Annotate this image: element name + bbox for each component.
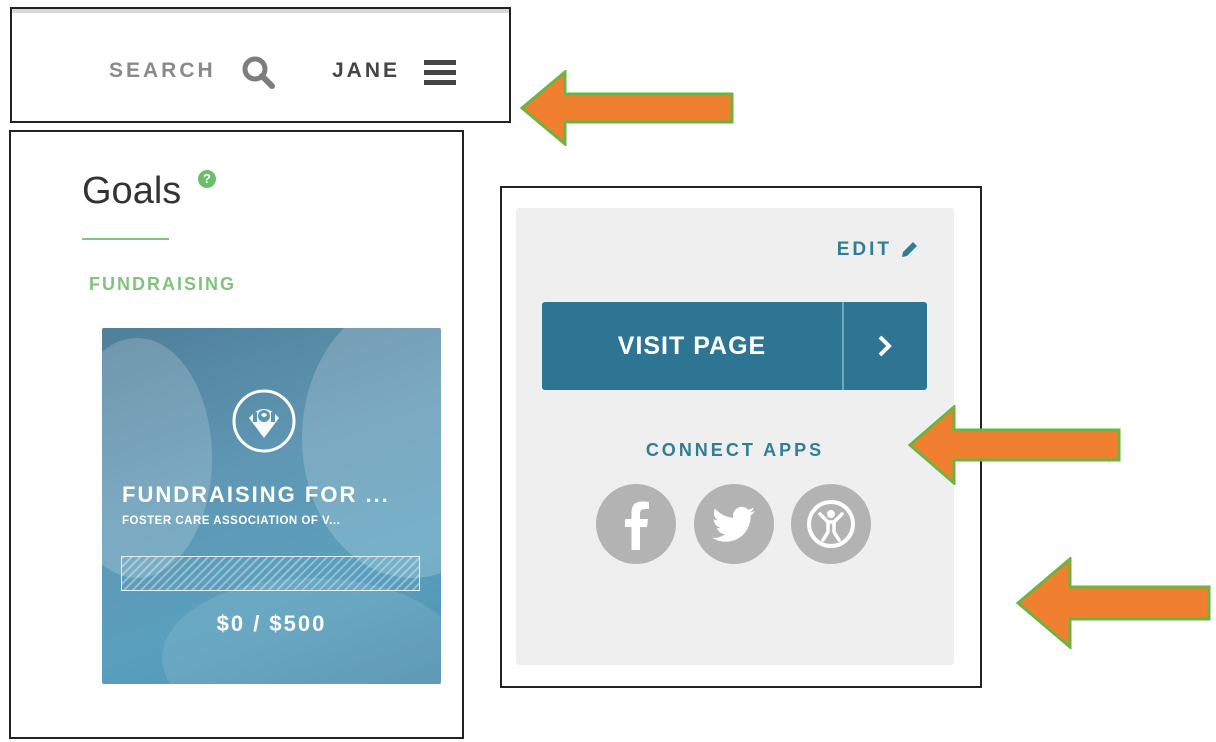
search-icon[interactable] — [241, 55, 275, 89]
goals-panel: Goals ? FUNDRAISING FUNDRAISING FOR ... … — [9, 130, 464, 739]
chevron-right-icon — [878, 335, 892, 357]
fundraising-badge-icon — [232, 389, 296, 453]
header-top-border — [12, 9, 509, 13]
exercise-app-connect-button[interactable] — [791, 484, 871, 564]
facebook-connect-button[interactable] — [596, 484, 676, 564]
card-background-shape — [302, 328, 441, 578]
help-icon[interactable]: ? — [198, 170, 216, 188]
facebook-icon — [625, 501, 649, 550]
search-link-label[interactable]: SEARCH — [109, 59, 216, 83]
button-divider — [842, 302, 844, 390]
user-menu-label[interactable]: JANE — [332, 59, 400, 83]
annotation-arrow — [520, 70, 734, 146]
twitter-icon — [712, 506, 755, 542]
edit-button[interactable]: EDIT — [837, 239, 918, 261]
visit-page-label: VISIT PAGE — [617, 332, 767, 360]
profile-actions-card: EDIT VISIT PAGE CONNECT APPS — [516, 208, 954, 665]
goals-heading: Goals — [82, 170, 182, 212]
connect-apps-label: CONNECT APPS — [645, 440, 825, 460]
fundraising-goal-card[interactable]: FUNDRAISING FOR ... FOSTER CARE ASSOCIAT… — [102, 328, 441, 684]
goal-progress-bar — [121, 556, 420, 591]
annotation-arrow — [1016, 557, 1211, 649]
menu-icon[interactable] — [424, 60, 456, 86]
pencil-icon — [902, 242, 917, 257]
goal-amount: $0 / $500 — [216, 611, 327, 636]
fundraising-section-label: FUNDRAISING — [89, 274, 236, 294]
edit-label: EDIT — [836, 239, 892, 260]
goal-title: FUNDRAISING FOR ... — [122, 482, 390, 507]
annotation-arrow — [908, 405, 1121, 485]
site-header: SEARCH JANE — [10, 7, 511, 123]
visit-page-button[interactable]: VISIT PAGE — [542, 302, 927, 390]
card-background-shape — [102, 338, 212, 578]
exercise-app-icon — [807, 500, 855, 548]
goal-organization: FOSTER CARE ASSOCIATION OF V... — [122, 515, 341, 527]
heading-underline — [82, 238, 169, 240]
twitter-connect-button[interactable] — [694, 484, 774, 564]
